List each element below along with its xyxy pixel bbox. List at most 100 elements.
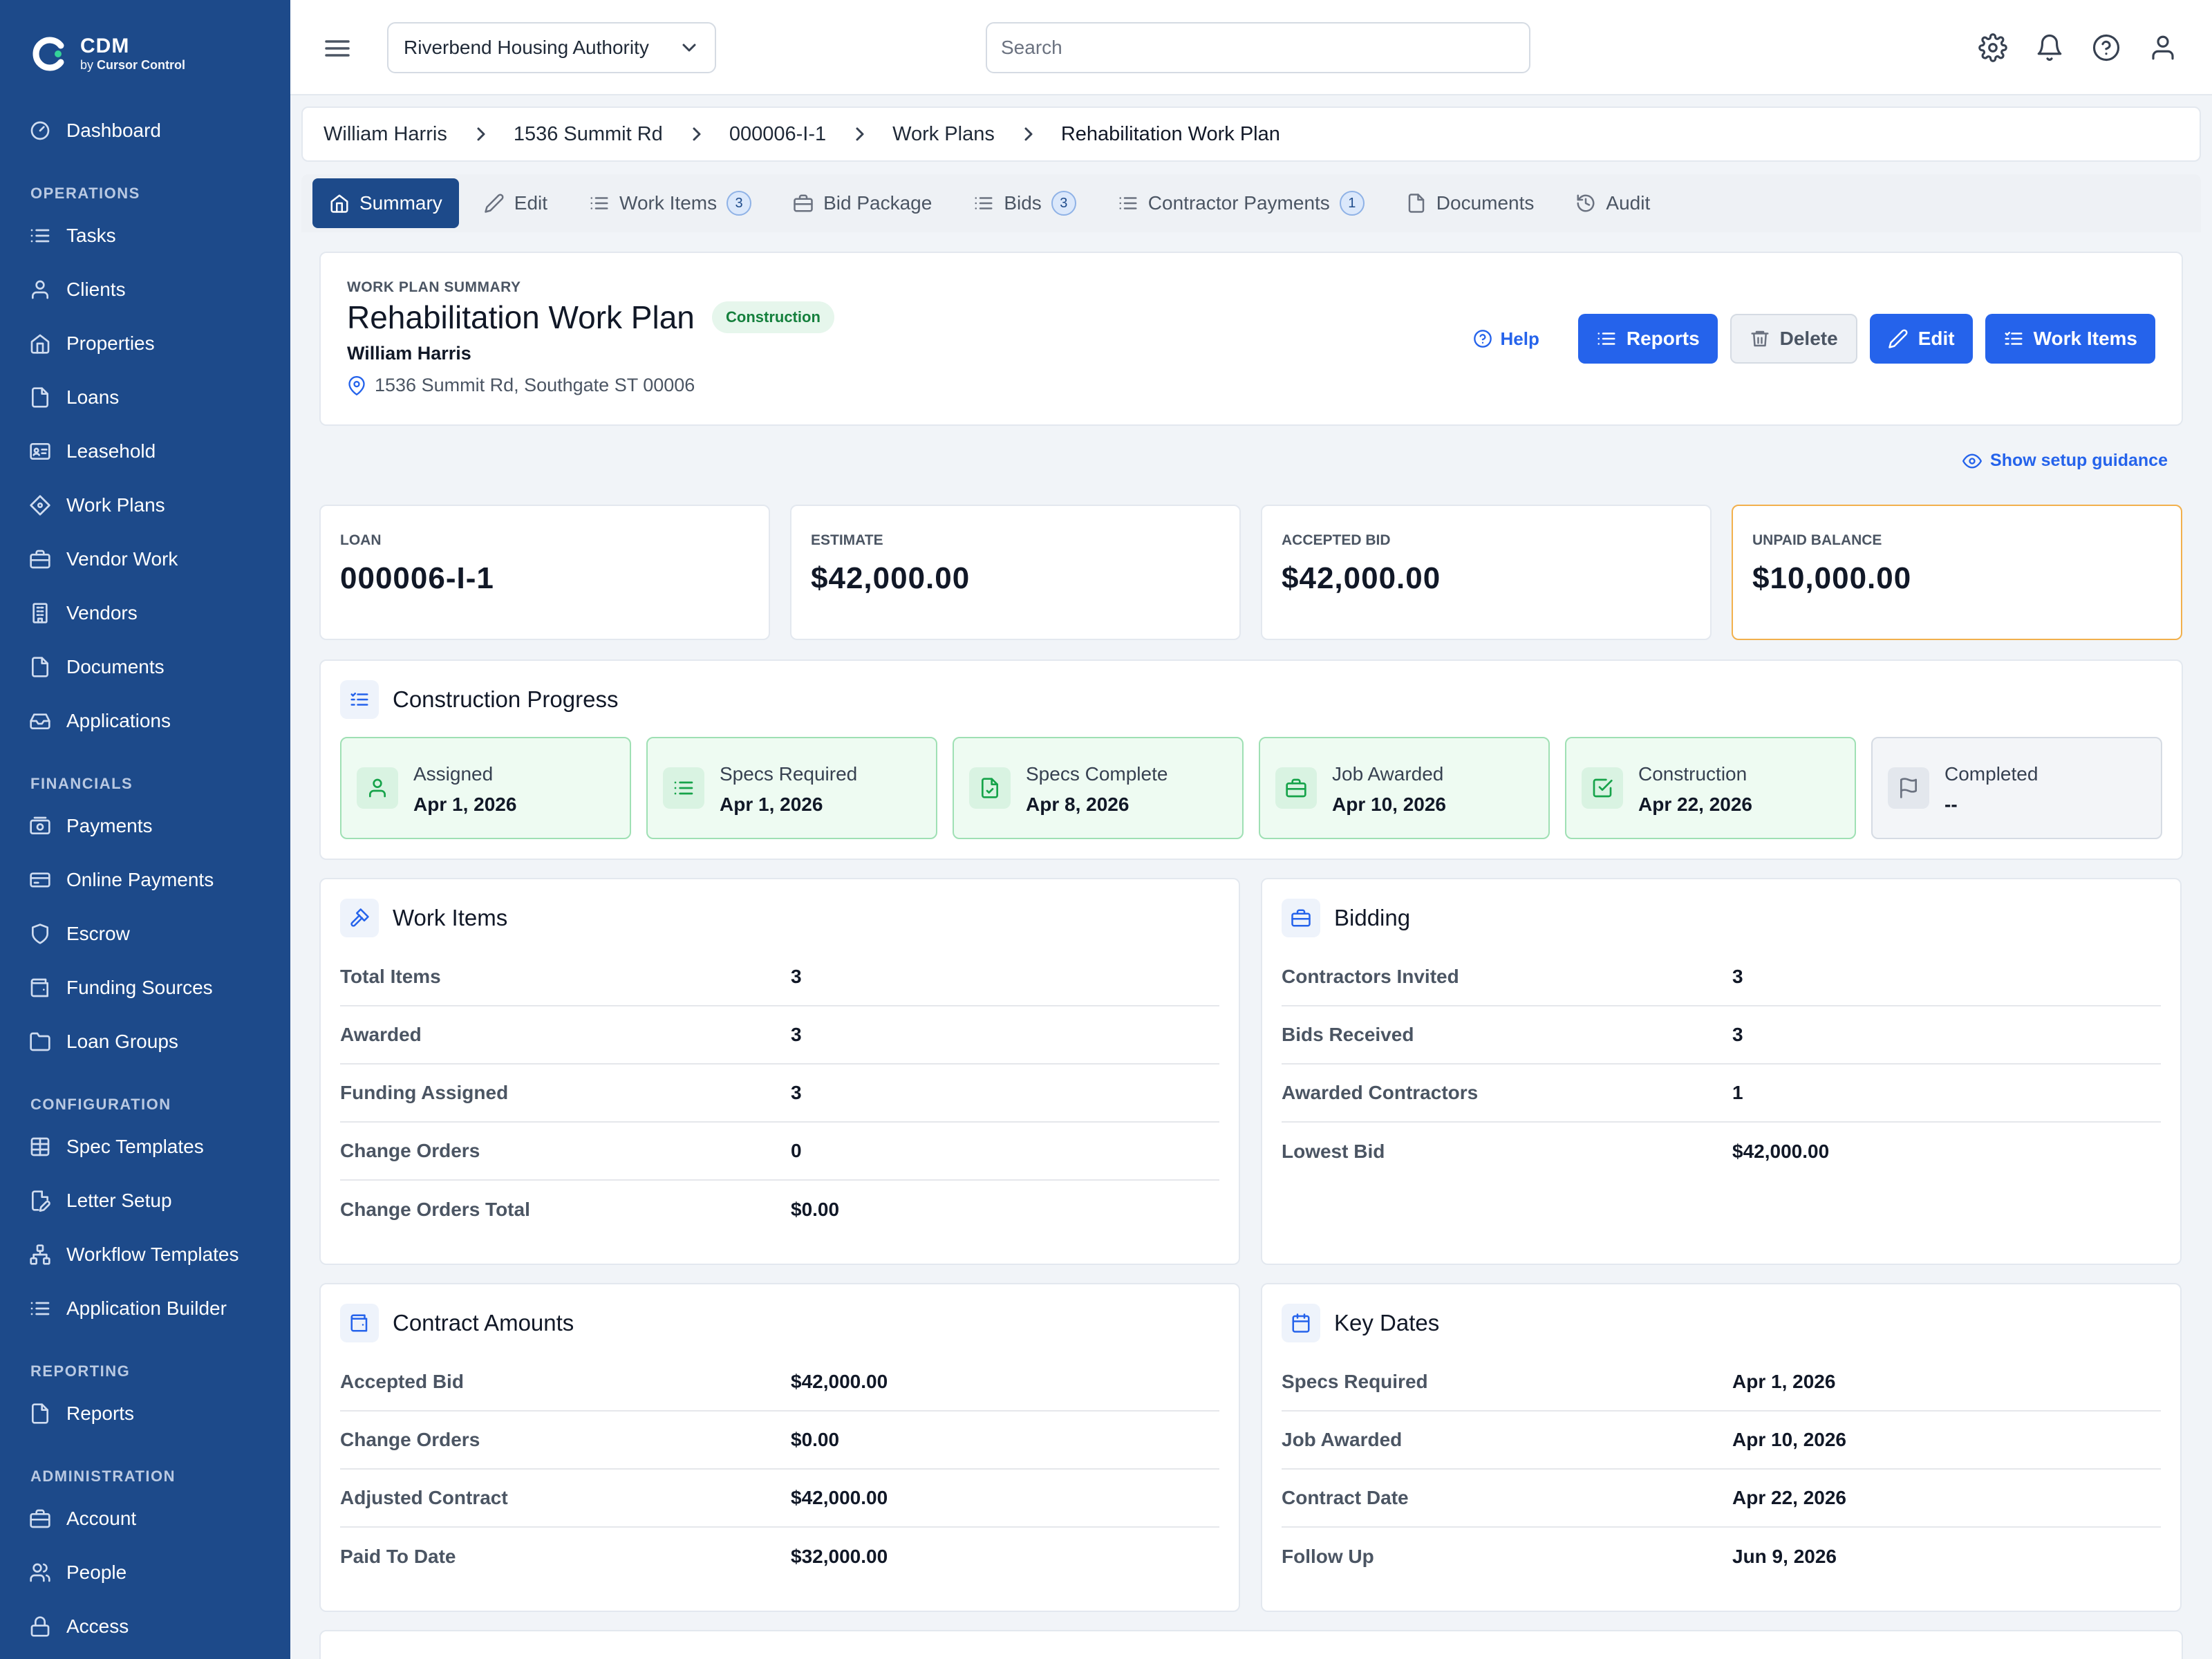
row-value: Apr 1, 2026 <box>1732 1371 1836 1392</box>
table-icon-wrap <box>29 1136 51 1158</box>
show-setup-guidance-link[interactable]: Show setup guidance <box>1962 451 2168 471</box>
delete-button[interactable]: Delete <box>1730 314 1857 364</box>
tab-label: Contractor Payments <box>1147 192 1330 214</box>
section-title: Construction Progress <box>393 686 619 712</box>
sidebar-item-vendors[interactable]: Vendors <box>0 586 290 640</box>
sidebar-item-clients[interactable]: Clients <box>0 263 290 317</box>
breadcrumb-item[interactable]: 000006-I-1 <box>729 123 826 146</box>
sidebar-item-documents[interactable]: Documents <box>0 640 290 694</box>
tab-label: Summary <box>359 192 442 214</box>
sidebar-item-label: Payments <box>66 815 153 836</box>
sidebar-item-access[interactable]: Access <box>0 1600 290 1653</box>
sidebar-item-dashboard[interactable]: Dashboard <box>0 104 290 158</box>
menu-icon[interactable] <box>324 35 351 62</box>
stage-name: Specs Required <box>720 763 858 785</box>
list-icon-wrap <box>29 225 51 247</box>
table-row: Contractors Invited 3 <box>1282 948 2161 1006</box>
sidebar-item-online-payments[interactable]: Online Payments <box>0 853 290 907</box>
sidebar-item-spec-templates[interactable]: Spec Templates <box>0 1120 290 1174</box>
client-name[interactable]: William Harris <box>347 343 471 364</box>
sidebar-item-application-builder[interactable]: Application Builder <box>0 1282 290 1335</box>
tab-bids[interactable]: Bids 3 <box>957 178 1092 228</box>
table-row: Contract Date Apr 22, 2026 <box>1282 1470 2161 1528</box>
sidebar-item-letter-setup[interactable]: Letter Setup <box>0 1174 290 1228</box>
sidebar-item-vendor-work[interactable]: Vendor Work <box>0 532 290 586</box>
stage-name: Specs Complete <box>1026 763 1168 785</box>
sidebar-section-configuration: CONFIGURATION <box>30 1096 171 1113</box>
sidebar-item-loans[interactable]: Loans <box>0 371 290 424</box>
table-row: Accepted Bid $42,000.00 <box>340 1353 1219 1412</box>
count-badge: 3 <box>727 191 752 216</box>
tab-edit[interactable]: Edit <box>467 178 564 228</box>
section-title: Contract Amounts <box>393 1310 574 1335</box>
lock-icon <box>30 1616 50 1637</box>
tab-work-items[interactable]: Work Items 3 <box>572 178 768 228</box>
stage-date: Apr 1, 2026 <box>413 794 517 815</box>
checkbox-icon <box>1593 778 1613 798</box>
work-items-button[interactable]: Work Items <box>1985 314 2155 364</box>
sidebar-item-escrow[interactable]: Escrow <box>0 907 290 961</box>
sidebar-item-label: Dashboard <box>66 120 161 141</box>
people-icon-wrap <box>29 1562 51 1584</box>
sidebar-item-label: Access <box>66 1615 129 1637</box>
breadcrumb-item[interactable]: Work Plans <box>892 123 995 146</box>
tab-bid-package[interactable]: Bid Package <box>776 178 948 228</box>
stage-name: Job Awarded <box>1332 763 1444 785</box>
breadcrumb-item[interactable]: 1536 Summit Rd <box>514 123 663 146</box>
sidebar-item-reports[interactable]: Reports <box>0 1387 290 1441</box>
summary-label: WORK PLAN SUMMARY <box>347 279 521 295</box>
tab-summary[interactable]: Summary <box>312 178 459 228</box>
tab-label: Work Items <box>619 192 718 214</box>
help-link[interactable]: Help <box>1473 328 1539 350</box>
sidebar-item-work-plans[interactable]: Work Plans <box>0 478 290 532</box>
workflow-icon-wrap <box>29 1244 51 1266</box>
list-icon-wrap <box>29 1297 51 1320</box>
sidebar-item-properties[interactable]: Properties <box>0 317 290 371</box>
sidebar-item-funding-sources[interactable]: Funding Sources <box>0 961 290 1015</box>
section-title: Bidding <box>1334 905 1411 930</box>
breadcrumb-item[interactable]: William Harris <box>324 123 447 146</box>
sidebar-item-label: Workflow Templates <box>66 1244 239 1265</box>
app-logo[interactable]: CDM by Cursor Control <box>30 35 185 73</box>
chevron-right-icon <box>856 127 864 141</box>
bell-icon[interactable] <box>2035 33 2064 62</box>
stage-date: Apr 1, 2026 <box>720 794 823 815</box>
organization-select[interactable]: Riverbend Housing Authority <box>387 22 716 73</box>
sidebar-item-label: Loan Groups <box>66 1031 178 1052</box>
list-icon <box>30 229 50 243</box>
sidebar-item-account[interactable]: Account <box>0 1492 290 1546</box>
sidebar-item-people[interactable]: People <box>0 1546 290 1600</box>
user-icon[interactable] <box>2148 33 2177 62</box>
address-text: 1536 Summit Rd, Southgate ST 00006 <box>375 375 695 395</box>
row-label: Contract Date <box>1282 1487 1409 1508</box>
help-icon[interactable] <box>2092 33 2121 62</box>
bidding-card: Bidding Contractors Invited 3 Bids Receive… <box>1261 878 2182 1265</box>
row-value: $42,000.00 <box>1732 1141 1830 1162</box>
reports-button[interactable]: Reports <box>1577 314 1718 364</box>
sidebar-item-leasehold[interactable]: Leasehold <box>0 424 290 478</box>
sidebar-item-label: People <box>66 1562 127 1583</box>
stat-card-estimate: ESTIMATE $42,000.00 <box>790 505 1241 640</box>
organization-select-value: Riverbend Housing Authority <box>404 37 649 58</box>
sidebar-item-label: Escrow <box>66 923 130 944</box>
sidebar-item-loan-groups[interactable]: Loan Groups <box>0 1015 290 1069</box>
sidebar-item-workflow-templates[interactable]: Workflow Templates <box>0 1228 290 1282</box>
list-icon <box>1597 332 1615 345</box>
sidebar-item-tasks[interactable]: Tasks <box>0 209 290 263</box>
search-input[interactable] <box>986 22 1530 73</box>
edit-button[interactable]: Edit <box>1869 314 1973 364</box>
people-icon <box>30 1563 50 1582</box>
row-value: $0.00 <box>791 1429 840 1450</box>
tab-documents[interactable]: Documents <box>1389 178 1551 228</box>
sidebar-item-payments[interactable]: Payments <box>0 799 290 853</box>
sidebar-nav: Dashboard OPERATIONS Tasks Clients Propertie… <box>0 104 290 1653</box>
stage-date: Apr 10, 2026 <box>1332 794 1446 815</box>
tab-contractor-payments[interactable]: Contractor Payments 1 <box>1101 178 1381 228</box>
gear-icon[interactable] <box>1978 33 2007 62</box>
tab-audit[interactable]: Audit <box>1559 178 1667 228</box>
row-label: Adjusted Contract <box>340 1487 508 1508</box>
file-icon <box>1408 194 1425 213</box>
sidebar-item-applications[interactable]: Applications <box>0 694 290 748</box>
dashboard-icon-wrap <box>29 120 51 142</box>
stage-name: Assigned <box>413 763 494 785</box>
